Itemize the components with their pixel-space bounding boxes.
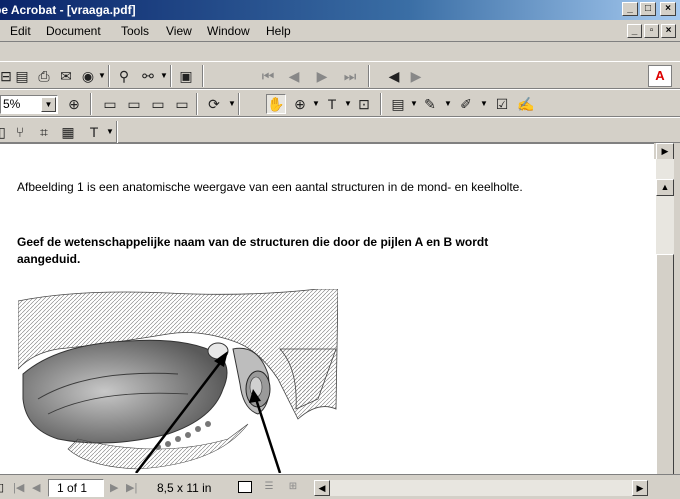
sign-icon[interactable]: ✍ [516, 94, 536, 114]
touchup-text-icon[interactable]: T [84, 122, 104, 142]
chevron-down-icon[interactable]: ▼ [444, 99, 452, 108]
spell-check-icon[interactable]: ☑ [492, 94, 512, 114]
doc-close-button[interactable]: × [661, 24, 676, 38]
navigation-pane-icon[interactable]: ▣ [176, 66, 196, 86]
edit-toolbar: ▯ ⑂ ⌗ ▦ T ▼ [0, 117, 680, 143]
actual-size-icon[interactable]: ▭ [100, 94, 120, 114]
first-page-icon[interactable]: ⏮ [258, 66, 278, 86]
menu-help[interactable]: Help [266, 24, 291, 38]
zoom-tool-icon[interactable]: ⊕ [290, 94, 310, 114]
previous-page-icon[interactable]: ◀ [32, 481, 40, 494]
scroll-up-icon[interactable]: ▲ [656, 179, 674, 196]
minimize-button[interactable]: _ [622, 2, 638, 16]
zoom-input[interactable]: 5% ▼ [0, 95, 58, 114]
chevron-down-icon[interactable]: ▼ [98, 71, 106, 80]
zoom-value: 5% [3, 97, 21, 111]
email-icon[interactable]: ✉ [56, 66, 76, 86]
chevron-down-icon[interactable]: ▼ [344, 99, 352, 108]
menu-document[interactable]: Document [46, 24, 101, 38]
chevron-down-icon[interactable]: ▼ [228, 99, 236, 108]
facing-icon[interactable]: ⊞ [286, 481, 300, 493]
chevron-down-icon[interactable]: ▼ [160, 71, 168, 80]
file-toolbar: ⊟ ▤ ⎙ ✉ ◉ ▼ ⚲ ⚯ ▼ ▣ ⏮ ◀ ▶ ⏭ ◀ ▶ A [0, 61, 680, 89]
go-back-icon[interactable]: ◀ [384, 66, 404, 86]
graphics-select-icon[interactable]: ⊡ [354, 94, 374, 114]
chevron-down-icon[interactable]: ▼ [41, 97, 56, 112]
view-toolbar: 5% ▼ ⊕ ▭ ▭ ▭ ▭ ⟳ ▼ ✋ ⊕ ▼ T ▼ ⊡ ▤ ▼ ✎ ▼ ✐… [0, 89, 680, 117]
save-icon[interactable]: ▤ [12, 66, 32, 86]
bookmark-toggle-icon[interactable]: ▶ [656, 143, 674, 160]
search-icon[interactable]: ⚯ [138, 66, 158, 86]
crop-icon[interactable]: ⌗ [34, 122, 54, 142]
note-icon[interactable]: ▤ [388, 94, 408, 114]
doc-minimize-button[interactable]: _ [627, 24, 642, 38]
maximize-button[interactable]: □ [640, 2, 656, 16]
close-button[interactable]: × [660, 2, 676, 16]
zoom-in-icon[interactable]: ⊕ [64, 94, 84, 114]
link-icon[interactable]: ⑂ [10, 122, 30, 142]
find-icon[interactable]: ⚲ [114, 66, 134, 86]
last-page-icon[interactable]: ⏭ [340, 66, 360, 86]
first-page-icon[interactable]: |◀ [13, 481, 24, 494]
scroll-thumb[interactable] [656, 254, 674, 479]
single-page-icon[interactable] [238, 481, 252, 493]
question-prompt: Geef de wetenschappelijke naam van de st… [17, 235, 489, 266]
next-page-icon[interactable]: ▶ [312, 66, 332, 86]
horizontal-scrollbar[interactable]: ◀ ▶ [314, 480, 648, 496]
hand-tool-icon[interactable]: ✋ [266, 94, 286, 114]
chevron-down-icon[interactable]: ▼ [480, 99, 488, 108]
doc-restore-button[interactable]: ▫ [644, 24, 659, 38]
question-intro: Afbeelding 1 is een anatomische weergave… [17, 180, 523, 194]
highlight-icon[interactable]: ✐ [456, 94, 476, 114]
page-number-field[interactable]: 1 of 1 [48, 479, 104, 497]
chevron-down-icon[interactable]: ▼ [410, 99, 418, 108]
text-select-icon[interactable]: T [322, 94, 342, 114]
continuous-icon[interactable]: ☰ [262, 481, 276, 493]
anatomy-illustration [18, 289, 338, 473]
go-forward-icon[interactable]: ▶ [406, 66, 426, 86]
window-title: be Acrobat - [vraaga.pdf] [0, 3, 136, 17]
chevron-down-icon[interactable]: ▼ [106, 127, 114, 136]
print-icon[interactable]: ⎙ [34, 66, 54, 86]
next-page-icon[interactable]: ▶ [110, 481, 118, 494]
pencil-icon[interactable]: ✎ [420, 94, 440, 114]
menu-tools[interactable]: Tools [121, 24, 149, 38]
rotate-icon[interactable]: ⟳ [204, 94, 224, 114]
form-icon[interactable]: ▦ [58, 122, 78, 142]
adobe-logo: A [648, 65, 672, 87]
document-view[interactable]: Afbeelding 1 is een anatomische weergave… [0, 143, 656, 474]
scroll-right-icon[interactable]: ▶ [632, 480, 648, 496]
page-indicator: 1 of 1 [57, 481, 88, 495]
page-size: 8,5 x 11 in [157, 481, 212, 495]
page-layout-icon[interactable]: ▯ [0, 481, 4, 494]
chevron-down-icon[interactable]: ▼ [312, 99, 320, 108]
title-bar: be Acrobat - [vraaga.pdf] _ □ × [0, 0, 680, 20]
scroll-left-icon[interactable]: ◀ [314, 480, 330, 496]
menu-window[interactable]: Window [207, 24, 250, 38]
previous-page-icon[interactable]: ◀ [284, 66, 304, 86]
menu-view[interactable]: View [166, 24, 192, 38]
fit-page-icon[interactable]: ▭ [124, 94, 144, 114]
menu-edit[interactable]: Edit [10, 24, 31, 38]
vertical-scrollbar[interactable]: ▲ [656, 159, 674, 479]
scroll-corner: ▶ [654, 143, 674, 160]
fit-width-icon[interactable]: ▭ [148, 94, 168, 114]
web-icon[interactable]: ◉ [78, 66, 98, 86]
fit-visible-icon[interactable]: ▭ [172, 94, 192, 114]
menu-bar: Edit Document Tools View Window Help _ ▫… [0, 20, 680, 42]
last-page-icon[interactable]: ▶| [126, 481, 137, 494]
status-bar: ▯ |◀ ◀ 1 of 1 ▶ ▶| 8,5 x 11 in ☰ ⊞ ◀ ▶ [0, 474, 680, 499]
